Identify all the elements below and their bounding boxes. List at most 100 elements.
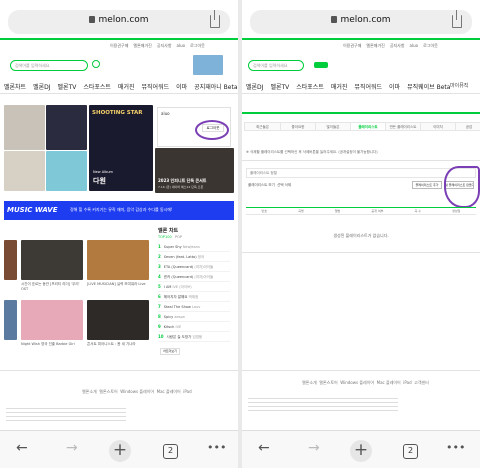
nav-item[interactable]: 멜론DJ [246,84,263,91]
song-artist: 정국 [197,255,205,259]
footer-link[interactable]: Windows 플레이어 [340,380,374,385]
back-arrow-icon[interactable]: ← [258,441,270,455]
nav-item[interactable]: 이마 [176,84,187,91]
search-icon[interactable] [92,60,100,68]
add-playlist-button[interactable]: 플레이리스트 추가 [412,181,442,189]
chart-row[interactable]: 2 Seven (feat. Latto) 정국 [158,254,230,262]
list-header-cell: 생성일 [452,209,461,213]
footer-link[interactable]: Windows 플레이어 [120,389,154,394]
top-link[interactable]: 로그아웃 [423,43,438,48]
tabs-button[interactable]: 2 [403,444,418,459]
mymusic-tab[interactable]: 공감 [455,122,480,131]
mymusic-tab[interactable]: 플레이리스트 [350,122,386,131]
mymusic-tab[interactable]: 최근들은 [244,122,281,131]
nav-item[interactable]: 이마 [389,84,400,91]
chart-row[interactable]: 9 Kitsch IVE [158,324,230,332]
top-link[interactable]: 이용권구매 [110,43,128,48]
song-artist: IVE [175,325,182,329]
nav-item[interactable]: 공지재아니 Beta [194,84,237,91]
search-input[interactable]: 검색어를 입력하세요 [10,60,88,71]
mymusic-tab[interactable]: 많이들은 [315,122,351,131]
nav-item[interactable]: 뮤직웨이브 Beta [407,84,450,91]
url-text: melon.com [98,15,149,25]
search-input[interactable]: 검색어를 입력하세요 [248,60,304,71]
address-bar[interactable]: melon.com [8,10,230,34]
top-link[interactable]: 로그아웃 [190,43,205,48]
top-link[interactable]: 공지사항 [390,43,405,48]
top-link[interactable]: 멜론매거진 [133,43,151,48]
list-header-cell: 곡명 [298,209,304,213]
plus-icon[interactable]: + [350,440,372,462]
top-links: 이용권구매 멜론매거진 공지사항 aluo 로그아웃 [338,43,438,49]
share-icon[interactable] [452,10,462,28]
chart-tab[interactable]: TOP100 [158,235,172,239]
music-wave-banner[interactable]: MUSIC WAVE 정해 힐 수록 커지기는 뮤직 재미, 음악 감상과 수다… [4,201,234,220]
back-arrow-icon[interactable]: ← [16,441,28,455]
address-bar[interactable]: melon.com [250,10,472,34]
mymusic-tab[interactable]: 좋아요한 [280,122,316,131]
song-artist: NewJeans [182,245,200,249]
share-icon[interactable] [210,10,220,28]
nav-item[interactable]: 뮤직어워드 [354,84,382,91]
album-thumb[interactable] [4,105,45,150]
top-link[interactable]: 멜론매거진 [366,43,384,48]
video-thumb[interactable] [87,300,149,340]
album-thumb[interactable] [4,151,45,191]
nav-item[interactable]: 매거진 [331,84,348,91]
divider [0,370,238,371]
chart-row[interactable]: 7 Steal The Show Lauv [158,304,230,312]
top-link[interactable]: 공지사항 [157,43,172,48]
footer-link[interactable]: 멜론소개 [302,380,317,385]
more-chart-button[interactable]: 차트더보기 [160,348,180,355]
mymusic-tab[interactable]: 만든 플레이리스트 [385,122,421,131]
search-button[interactable] [314,62,328,68]
tabs-button[interactable]: 2 [163,444,178,459]
nav-item[interactable]: 매거진 [118,84,135,91]
footer-link[interactable]: iPad [183,389,191,394]
my-music-link[interactable]: 마이뮤직 [450,82,468,89]
more-dots-icon[interactable]: ••• [446,441,465,455]
chart-row[interactable]: 4 퀸카 (Queencard) (여자)아이들 [158,274,230,282]
nav-item[interactable]: 멜론TV [270,84,289,91]
footer-link[interactable]: 멜론스토어 [99,389,117,394]
footer-link[interactable]: 멜론스토어 [319,380,337,385]
chart-row[interactable]: 5I AM IVE (아이브) [158,284,230,292]
footer-link[interactable]: 고객센터 [414,380,429,385]
empty-text: 생성된 플레이리스트가 없습니다. [333,233,389,238]
video-thumb[interactable] [87,240,149,280]
forward-arrow-icon[interactable]: → [308,441,320,455]
footer-link[interactable]: 멜론소개 [82,389,97,394]
nav-item[interactable]: 멜론DJ [33,84,50,91]
footer-link[interactable]: Mac 플레이어 [377,380,401,385]
chart-row[interactable]: 8 Spicy aespa [158,314,230,322]
song-artist: Lauv [191,305,201,309]
video-thumb[interactable] [4,240,17,280]
chart-row[interactable]: 10 사랑은 늘 도망가 임영웅 [158,334,230,342]
chart-row[interactable]: 6 헤어지자 말해요 박재정 [158,294,230,302]
video-thumb[interactable] [21,300,83,340]
more-dots-icon[interactable]: ••• [207,441,226,455]
header-ad-image[interactable] [193,55,223,75]
footer-link[interactable]: Mac 플레이어 [157,389,181,394]
action-button[interactable]: 선택 삭제 [277,183,291,187]
nav-item[interactable]: 뮤직어워드 [142,84,170,91]
chart-row[interactable]: 1 Super Shy NewJeans [158,244,230,252]
top-link[interactable]: 이용권구매 [343,43,361,48]
album-thumb[interactable] [46,105,87,150]
nav-item[interactable]: 스타포스트 [83,84,111,91]
nav-item[interactable]: 멜론차트 [4,84,26,91]
forward-arrow-icon[interactable]: → [66,441,78,455]
footer-links: 멜론소개 멜론스토어 Windows 플레이어 Mac 플레이어 iPad [82,389,192,395]
action-button[interactable]: 플레이리스트 보기 [248,183,275,187]
nav-item[interactable]: 스타포스트 [296,84,324,91]
album-thumb[interactable] [46,151,87,191]
mymusic-tab[interactable]: 이미지 [420,122,456,131]
nav-item[interactable]: 멜론TV [58,84,77,91]
video-thumb[interactable] [4,300,17,340]
chart-row[interactable]: 3 ETA (Queencard) (여자)아이들 [158,264,230,272]
video-thumb[interactable] [21,240,83,280]
plus-icon[interactable]: + [109,440,131,462]
footer-link[interactable]: iPad [403,380,411,385]
divider [0,93,238,94]
chart-tab[interactable]: POP [175,235,182,239]
